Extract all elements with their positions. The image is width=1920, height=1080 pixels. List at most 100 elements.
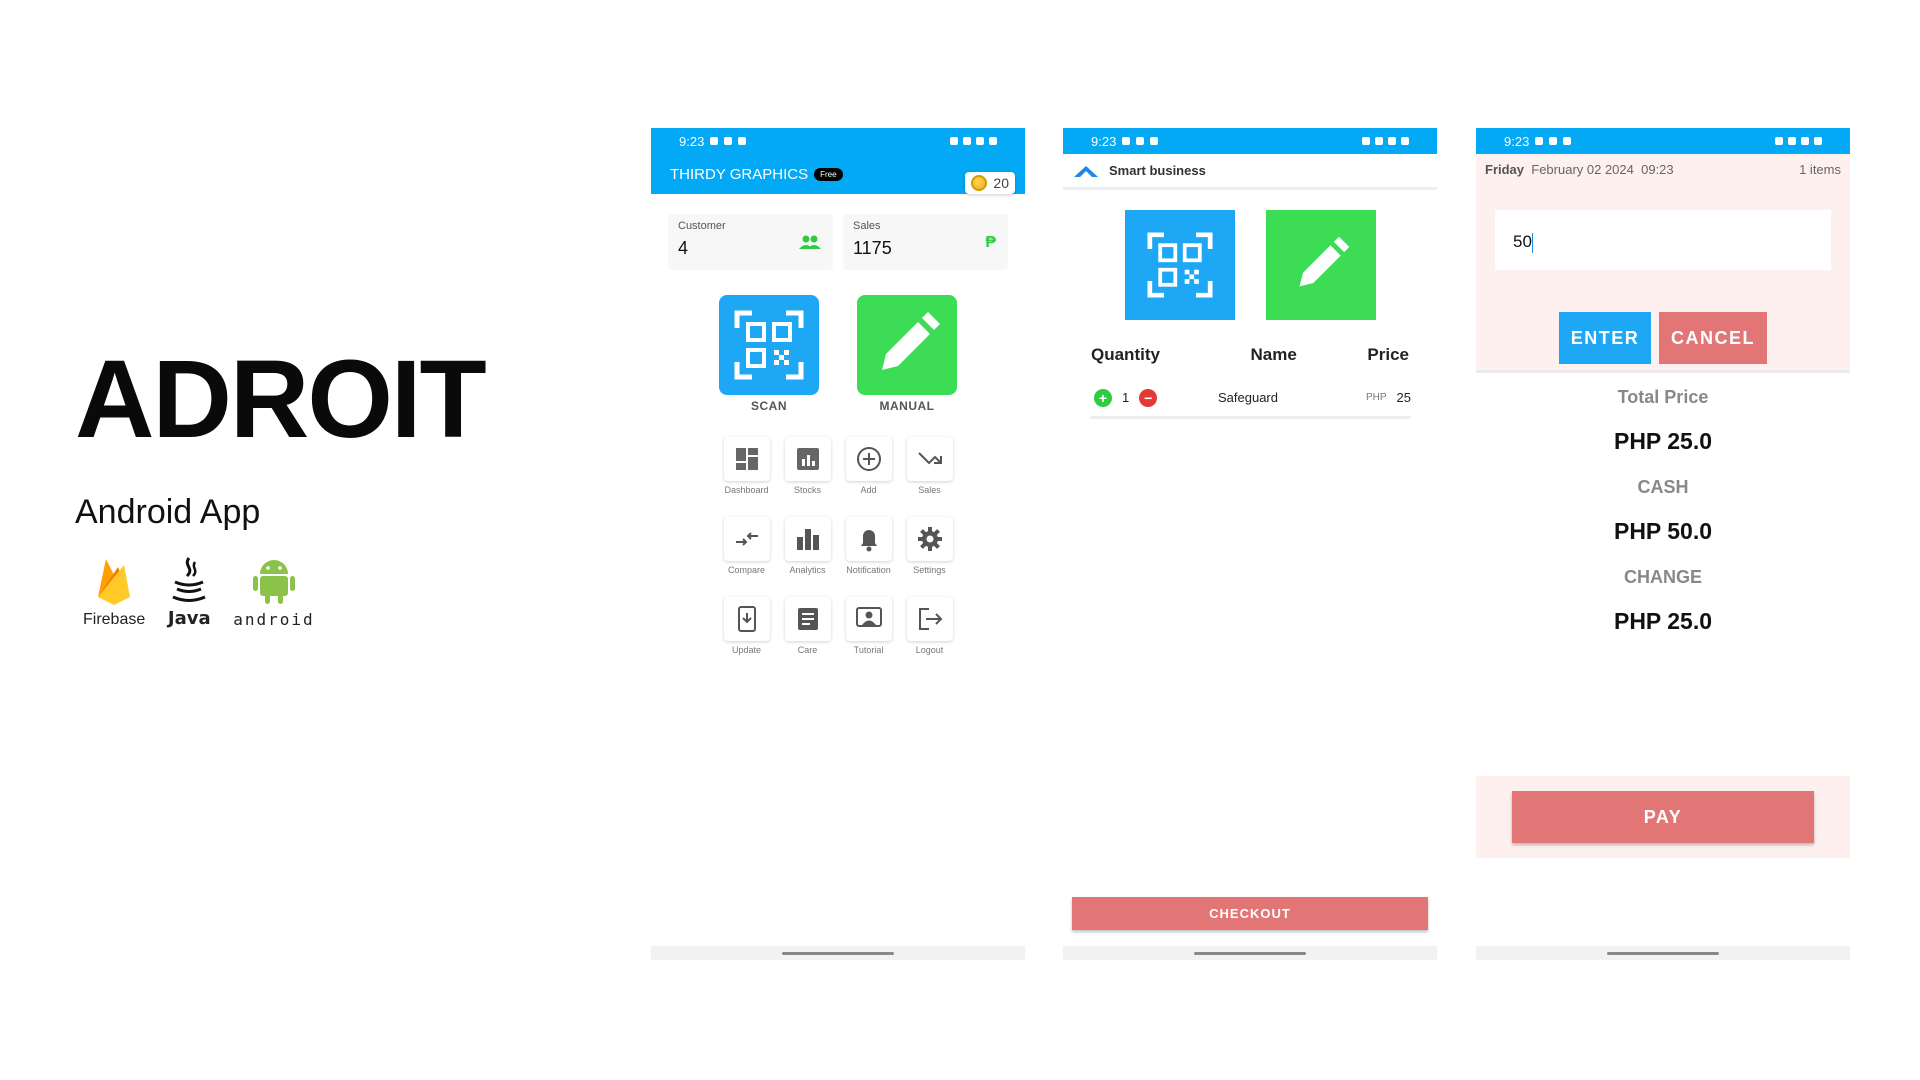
- presenter-icon: [855, 607, 882, 627]
- payment-summary: Total Price PHP 25.0 CASH PHP 50.0 CHANG…: [1476, 373, 1850, 635]
- app-subtitle: Android App: [75, 493, 261, 531]
- logout-tile: [906, 597, 953, 641]
- messenger-icon: [738, 137, 747, 145]
- grid-label: Care: [797, 645, 818, 655]
- stocks-tile: [784, 437, 831, 481]
- customer-card[interactable]: Customer 4: [668, 214, 833, 270]
- grid-item-sales[interactable]: Sales: [899, 437, 960, 495]
- update-tile: [723, 597, 770, 641]
- total-price-value: PHP 25.0: [1613, 428, 1713, 454]
- cancel-button[interactable]: CANCEL: [1659, 312, 1767, 364]
- sales-card[interactable]: Sales 1175 ₱: [843, 214, 1008, 270]
- grid-label: Stocks: [793, 485, 821, 495]
- messenger-icon: [1563, 137, 1572, 145]
- col-quantity: Quantity: [1091, 345, 1160, 364]
- grid-item-tutorial[interactable]: Tutorial: [838, 597, 899, 655]
- col-price: Price: [1367, 345, 1409, 364]
- feature-grid: Dashboard Stocks Add Sales Compare Analy…: [651, 437, 1025, 655]
- firebase-icon: [98, 559, 131, 605]
- manual-button[interactable]: MANUAL: [857, 295, 957, 413]
- main-actions: SCAN MANUAL: [651, 295, 1025, 413]
- text-caret: [1531, 232, 1533, 253]
- col-name: Name: [1250, 345, 1297, 364]
- wifi-icon: [1788, 137, 1796, 145]
- customer-label: Customer: [678, 220, 726, 232]
- phone-download-icon: [737, 606, 756, 632]
- grid-item-update[interactable]: Update: [716, 597, 777, 655]
- gesture-bar: [1476, 946, 1850, 960]
- status-bar: 9:23: [1063, 128, 1437, 154]
- time-label: 09:23: [1641, 162, 1674, 177]
- grid-item-settings[interactable]: Settings: [899, 517, 960, 575]
- scan-label: SCAN: [750, 399, 787, 413]
- date-row: Friday February 02 2024 09:23 1 items: [1476, 154, 1850, 177]
- increase-quantity-button[interactable]: +: [1094, 388, 1112, 407]
- logout-icon: [918, 608, 942, 630]
- status-time: 9:23: [1504, 133, 1530, 149]
- tech-stack: Firebase Java android: [83, 554, 315, 629]
- stocks-icon: [796, 448, 819, 470]
- alarm-icon: [1362, 137, 1370, 145]
- compare-tile: [723, 517, 770, 561]
- gallery-icon: [1535, 137, 1544, 145]
- item-quantity: 1: [1122, 390, 1130, 405]
- qr-code-icon: [734, 310, 804, 380]
- pay-button[interactable]: PAY: [1512, 791, 1814, 843]
- signal-icon: [1801, 137, 1809, 145]
- app-logo-icon: [1074, 165, 1098, 177]
- plan-badge: Free: [814, 167, 843, 181]
- cash-value: PHP 50.0: [1613, 518, 1713, 544]
- app-title: ADROIT: [75, 338, 487, 461]
- qr-code-icon: [1146, 232, 1213, 298]
- java-label: Java: [167, 608, 211, 629]
- scan-tile: [719, 295, 819, 395]
- item-price: 25: [1396, 390, 1411, 405]
- grid-item-dashboard[interactable]: Dashboard: [716, 437, 777, 495]
- item-price-group: PHP 25: [1366, 390, 1411, 405]
- grid-item-compare[interactable]: Compare: [716, 517, 777, 575]
- wifi-icon: [1375, 137, 1383, 145]
- grid-label: Compare: [727, 565, 765, 575]
- grid-item-care[interactable]: Care: [777, 597, 838, 655]
- payment-entry-panel: Friday February 02 2024 09:23 1 items 50…: [1476, 154, 1850, 370]
- cloud-icon: [724, 137, 733, 145]
- settings-tile: [906, 517, 953, 561]
- sales-tile: [906, 437, 953, 481]
- notification-tile: [845, 517, 892, 561]
- messenger-icon: [1150, 137, 1159, 145]
- manual-button[interactable]: [1265, 210, 1376, 320]
- decrease-quantity-button[interactable]: −: [1139, 388, 1158, 407]
- pencil-icon: [1299, 236, 1349, 287]
- alarm-icon: [1775, 137, 1783, 145]
- grid-item-add[interactable]: Add: [838, 437, 899, 495]
- people-icon: [799, 235, 821, 249]
- care-tile: [784, 597, 831, 641]
- item-count: 1 items: [1799, 162, 1841, 177]
- hero: ADROIT Android App: [75, 338, 487, 532]
- sales-value: 1175: [853, 238, 892, 258]
- cash-label: CASH: [1637, 477, 1689, 497]
- android-robot-icon: [252, 560, 295, 604]
- date-label: February 02 2024: [1531, 162, 1634, 177]
- wifi-icon: [963, 137, 971, 145]
- grid-item-analytics[interactable]: Analytics: [777, 517, 838, 575]
- enter-button[interactable]: ENTER: [1559, 312, 1651, 364]
- grid-item-stocks[interactable]: Stocks: [777, 437, 838, 495]
- java-cup-icon: [172, 557, 206, 602]
- cash-input[interactable]: 50: [1495, 210, 1831, 270]
- cart-row: + 1 − Safeguard PHP 25: [1090, 379, 1411, 419]
- android-label: android: [233, 610, 315, 629]
- scan-button[interactable]: SCAN: [719, 295, 819, 413]
- grid-label: Settings: [913, 565, 946, 575]
- grid-label: Notification: [846, 565, 891, 575]
- battery-icon: [1814, 137, 1822, 145]
- coin-count: 20: [993, 175, 1009, 191]
- scan-button[interactable]: [1124, 210, 1235, 320]
- signal-icon: [1388, 137, 1396, 145]
- checkout-button[interactable]: CHECKOUT: [1072, 897, 1428, 930]
- gesture-handle: [1194, 951, 1306, 955]
- coin-balance[interactable]: 20: [965, 172, 1015, 194]
- pencil-icon: [882, 312, 940, 370]
- grid-item-logout[interactable]: Logout: [899, 597, 960, 655]
- grid-item-notification[interactable]: Notification: [838, 517, 899, 575]
